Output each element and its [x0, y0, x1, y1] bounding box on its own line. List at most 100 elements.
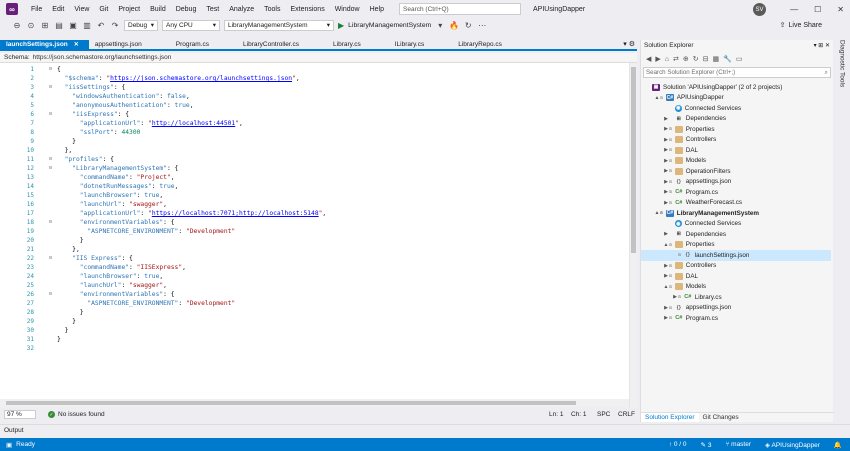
- code-line[interactable]: "launchUrl": "swagger",: [57, 201, 167, 208]
- menu-tools[interactable]: Tools: [259, 6, 285, 13]
- tree-item[interactable]: ▶ a Properties: [641, 124, 831, 135]
- vertical-scrollbar[interactable]: [629, 63, 637, 407]
- configuration-select[interactable]: Debug ▾: [124, 19, 158, 31]
- menu-window[interactable]: Window: [330, 6, 365, 13]
- open-icon[interactable]: ▤: [54, 21, 64, 30]
- menu-git[interactable]: Git: [94, 6, 113, 13]
- git-repo-indicator[interactable]: ◈ APIUsingDapper: [765, 441, 820, 449]
- code-line[interactable]: "iisSettings": {: [57, 84, 126, 91]
- code-line[interactable]: }: [57, 336, 61, 343]
- run-icon[interactable]: ▶: [338, 21, 344, 30]
- code-line[interactable]: "environmentVariables": {: [57, 219, 175, 226]
- menu-extensions[interactable]: Extensions: [285, 6, 329, 13]
- code-line[interactable]: }: [57, 237, 84, 244]
- code-line[interactable]: "sslPort": 44300: [57, 129, 141, 136]
- line-indicator[interactable]: Ln: 1: [549, 411, 563, 418]
- home-icon[interactable]: ⌂: [665, 56, 669, 63]
- minimize-icon[interactable]: —: [790, 5, 798, 14]
- hot-reload-icon[interactable]: 🔥: [449, 21, 459, 30]
- chevron-right-icon[interactable]: ▶: [663, 231, 669, 237]
- menu-help[interactable]: Help: [365, 6, 389, 13]
- tab-library[interactable]: Library.cs: [327, 40, 389, 49]
- code-line[interactable]: }: [57, 309, 84, 316]
- show-all-files-icon[interactable]: ▦: [713, 55, 720, 63]
- code-line[interactable]: "ASPNETCORE_ENVIRONMENT": "Development": [57, 228, 235, 235]
- fold-toggle-icon[interactable]: ⊟: [49, 165, 55, 171]
- column-indicator[interactable]: Ch: 1: [571, 411, 587, 418]
- tree-item[interactable]: a◉Connected Services: [641, 219, 831, 230]
- fold-toggle-icon[interactable]: ⊟: [49, 219, 55, 225]
- preview-icon[interactable]: ▭: [736, 55, 743, 63]
- tab-list-icon[interactable]: ▾ ⚙: [623, 40, 635, 48]
- git-branch-indicator[interactable]: ⑂ master: [725, 441, 751, 448]
- global-search-input[interactable]: Search (Ctrl+Q): [399, 3, 522, 15]
- tree-item[interactable]: ▲ a Models: [641, 282, 831, 293]
- tab-solution-explorer[interactable]: Solution Explorer: [641, 413, 699, 422]
- fold-toggle-icon[interactable]: ⊟: [49, 111, 55, 117]
- scroll-thumb[interactable]: [6, 401, 576, 405]
- startup-project-select[interactable]: LibraryManagementSystem ▾: [224, 19, 334, 31]
- tree-item[interactable]: ▶ a Controllers: [641, 135, 831, 146]
- solution-explorer-search[interactable]: Search Solution Explorer (Ctrl+;) ⌕: [643, 67, 831, 78]
- menu-build[interactable]: Build: [145, 6, 171, 13]
- code-line[interactable]: "profiles": {: [57, 156, 114, 163]
- sync-icon[interactable]: ↻: [693, 55, 699, 63]
- menu-file[interactable]: File: [26, 6, 47, 13]
- line-ending-indicator[interactable]: CRLF: [618, 411, 635, 418]
- run-button[interactable]: LibraryManagementSystem: [348, 22, 431, 29]
- fold-toggle-icon[interactable]: ⊟: [49, 255, 55, 261]
- menu-edit[interactable]: Edit: [47, 6, 69, 13]
- forward-icon[interactable]: ▶: [655, 55, 660, 63]
- menu-project[interactable]: Project: [113, 6, 145, 13]
- tree-item[interactable]: ▶ a{} appsettings.json: [641, 177, 831, 188]
- code-line[interactable]: "launchUrl": "swagger",: [57, 282, 167, 289]
- tree-item[interactable]: ▶ a Models: [641, 156, 831, 167]
- fold-toggle-icon[interactable]: ⊟: [49, 156, 55, 162]
- tree-item[interactable]: ▶ a C# WeatherForecast.cs: [641, 198, 831, 209]
- code-line[interactable]: "applicationUrl": "https://localhost:707…: [57, 210, 326, 217]
- whitespace-indicator[interactable]: SPC: [597, 411, 610, 418]
- panel-controls-icon[interactable]: ▾ ⊞ ✕: [814, 42, 833, 49]
- menu-analyze[interactable]: Analyze: [224, 6, 259, 13]
- account-avatar[interactable]: SV: [753, 3, 766, 16]
- diagnostic-tools-tab[interactable]: Diagnostic Tools: [836, 40, 848, 120]
- code-line[interactable]: }: [57, 138, 76, 145]
- switch-view-icon[interactable]: ⇄: [673, 55, 679, 63]
- code-editor[interactable]: 1 ⊟ 2 3 ⊟ 4 5 6 ⊟ 7 8 9 10 11 ⊟ 12 ⊟ 13 14 15 16 17 18 ⊟ 19 20 21 2…: [0, 63, 637, 407]
- code-line[interactable]: "LibraryManagementSystem": {: [57, 165, 178, 172]
- code-line[interactable]: "windowsAuthentication": false,: [57, 93, 190, 100]
- tree-item[interactable]: ▶ a C# Program.cs: [641, 313, 831, 324]
- tab-ilibrary[interactable]: ILibrary.cs: [389, 40, 453, 49]
- tree-item[interactable]: ▶ a DAL: [641, 271, 831, 282]
- code-line[interactable]: "environmentVariables": {: [57, 291, 175, 298]
- notifications-icon[interactable]: 🔔: [834, 441, 842, 449]
- code-line[interactable]: {: [57, 66, 61, 73]
- code-line[interactable]: "commandName": "Project",: [57, 174, 175, 181]
- undo-icon[interactable]: ↶: [96, 21, 106, 30]
- code-line[interactable]: "launchBrowser": true,: [57, 192, 163, 199]
- code-line[interactable]: "applicationUrl": "http://localhost:4450…: [57, 120, 243, 127]
- code-line[interactable]: "$schema": "https://json.schemastore.org…: [57, 75, 300, 82]
- code-line[interactable]: "commandName": "IISExpress",: [57, 264, 186, 271]
- pending-changes-icon[interactable]: ⊕: [683, 55, 689, 63]
- issues-status[interactable]: No issues found: [58, 411, 105, 418]
- collapse-all-icon[interactable]: ⊟: [703, 55, 709, 63]
- code-line[interactable]: "ASPNETCORE_ENVIRONMENT": "Development": [57, 300, 235, 307]
- close-icon[interactable]: ✕: [837, 5, 844, 14]
- tree-item[interactable]: ▶ a OperationFilters: [641, 166, 831, 177]
- tree-item[interactable]: ▶a⊞Dependencies: [641, 229, 831, 240]
- tree-item[interactable]: ▲ a C# LibraryManagementSystem: [641, 208, 831, 219]
- menu-debug[interactable]: Debug: [171, 6, 202, 13]
- new-item-icon[interactable]: ⊞: [40, 21, 50, 30]
- tree-item[interactable]: ▶ a Controllers: [641, 261, 831, 272]
- tree-item[interactable]: ▶ a C# Library.cs: [641, 292, 831, 303]
- code-line[interactable]: "iisExpress": {: [57, 111, 129, 118]
- code-line[interactable]: "anonymousAuthentication": true,: [57, 102, 193, 109]
- code-line[interactable]: }: [57, 327, 69, 334]
- code-line[interactable]: "launchBrowser": true,: [57, 273, 163, 280]
- run-dropdown-icon[interactable]: ▾: [435, 21, 445, 30]
- chevron-right-icon[interactable]: ▶: [663, 116, 669, 122]
- horizontal-scrollbar[interactable]: [0, 399, 629, 407]
- fold-toggle-icon[interactable]: ⊟: [49, 66, 55, 72]
- back-icon[interactable]: ◀: [646, 55, 651, 63]
